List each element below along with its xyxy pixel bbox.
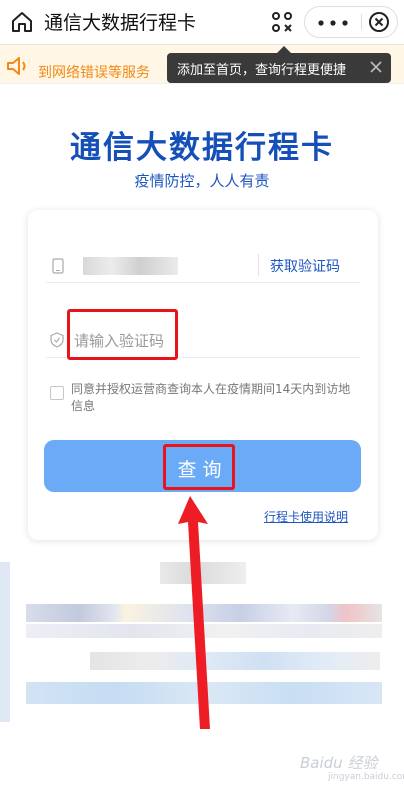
scan-icon[interactable] bbox=[270, 10, 294, 34]
agree-checkbox[interactable] bbox=[50, 386, 64, 400]
capsule-divider bbox=[361, 14, 362, 30]
home-icon[interactable] bbox=[10, 10, 34, 34]
top-bar: 通信大数据行程卡 bbox=[0, 0, 404, 45]
blurred-panel bbox=[0, 562, 10, 722]
page-content: 通信大数据行程卡 疫情防控，人人有责 获取验证码 同意并授权运营商查询本人在疫情… bbox=[0, 84, 404, 795]
tooltip-close-icon[interactable] bbox=[369, 60, 383, 74]
brand-title: 通信大数据行程卡 bbox=[70, 130, 334, 166]
help-link[interactable]: 行程卡使用说明 bbox=[264, 508, 348, 525]
field-divider bbox=[258, 254, 259, 276]
tooltip-text: 添加至首页，查询行程更便捷 bbox=[177, 63, 347, 78]
phone-icon bbox=[52, 258, 64, 274]
highlight-box-code-input bbox=[67, 309, 178, 360]
more-icon[interactable] bbox=[317, 20, 349, 26]
shield-icon bbox=[50, 332, 64, 348]
phone-number-field[interactable] bbox=[83, 257, 178, 275]
blurred-content bbox=[90, 652, 380, 670]
close-icon[interactable] bbox=[368, 11, 390, 33]
watermark-logo: Baidu 经验 bbox=[300, 754, 378, 772]
divider bbox=[46, 282, 360, 283]
agree-text: 同意并授权运营商查询本人在疫情期间14天内到访地信息 bbox=[71, 382, 351, 413]
app-title: 通信大数据行程卡 bbox=[44, 12, 197, 34]
brand-subtitle: 疫情防控，人人有责 bbox=[134, 172, 270, 190]
speaker-icon bbox=[7, 57, 26, 75]
watermark-url: jingyan.baidu.com bbox=[328, 772, 404, 782]
add-to-home-tooltip: 添加至首页，查询行程更便捷 bbox=[167, 46, 391, 83]
mini-program-capsule bbox=[304, 6, 398, 38]
get-code-button[interactable]: 获取验证码 bbox=[270, 256, 340, 276]
red-arrow-annotation bbox=[178, 496, 210, 729]
notice-text: 到网络错误等服务 bbox=[38, 65, 150, 81]
